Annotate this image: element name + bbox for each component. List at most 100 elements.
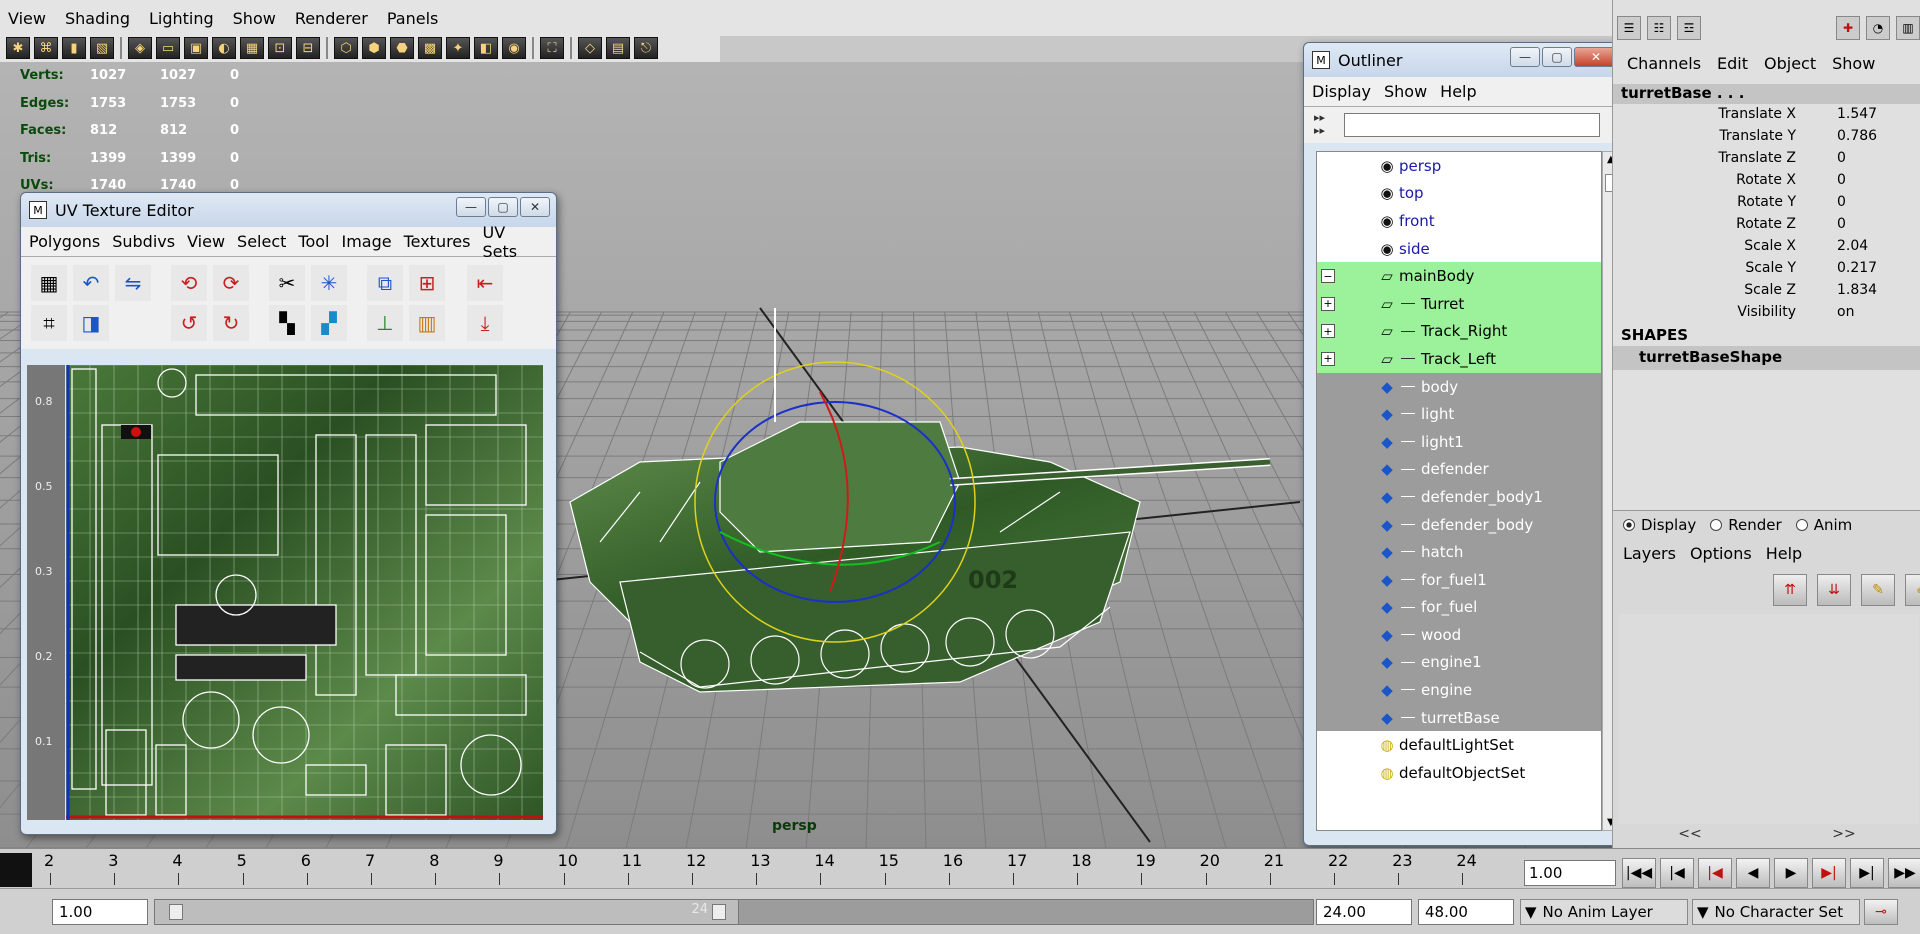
menu-view[interactable]: View	[8, 9, 46, 28]
channel-attr-row[interactable]: Visibility on	[1613, 304, 1920, 326]
rotate-cw-icon[interactable]: ⟳	[213, 265, 249, 301]
new-layer-selected-icon[interactable]: ✐	[1905, 574, 1920, 606]
step-back-key-icon[interactable]: |◀	[1698, 858, 1732, 888]
channel-attr-row[interactable]: Translate Z 0	[1613, 150, 1920, 172]
camera-icon[interactable]: ⌘	[34, 37, 58, 59]
channel-attr-value[interactable]: 0	[1837, 150, 1846, 166]
move-layer-up-icon[interactable]: ⇈	[1773, 574, 1807, 606]
outliner-item[interactable]: ◍ defaultObjectSet	[1317, 759, 1601, 787]
menu-shading[interactable]: Shading	[65, 9, 130, 28]
minimize-icon[interactable]: —	[456, 197, 486, 217]
outliner-item[interactable]: ◉ side	[1317, 235, 1601, 263]
uv-menu-tool[interactable]: Tool	[298, 232, 329, 251]
current-time-marker[interactable]	[0, 853, 32, 887]
uv-menu-polygons[interactable]: Polygons	[29, 232, 100, 251]
hud-toggle-icon[interactable]: ▤	[606, 37, 630, 59]
selected-object-name[interactable]: turretBase . . .	[1613, 84, 1920, 104]
channel-attr-value[interactable]: 2.04	[1837, 238, 1868, 254]
layer-list[interactable]	[1619, 614, 1919, 824]
uv-lattice-icon[interactable]: ⌗	[31, 305, 67, 341]
outliner-item[interactable]: ◆ for_fuel	[1317, 593, 1601, 622]
textured-icon[interactable]: ▩	[418, 37, 442, 59]
radio-button[interactable]	[1710, 519, 1723, 531]
current-frame-field[interactable]: 1.00	[1524, 860, 1616, 886]
collapse-left-button[interactable]: <<	[1678, 826, 1701, 848]
film-gate-icon[interactable]: ▭	[156, 37, 180, 59]
channel-box-menu-show[interactable]: Show	[1832, 54, 1875, 73]
filter-icon[interactable]: ▸▸ ▸▸	[1314, 111, 1344, 139]
step-forward-key-icon[interactable]: ▶|	[1812, 858, 1846, 888]
straighten-icon[interactable]: ⇤	[467, 265, 503, 301]
radio-button[interactable]	[1623, 519, 1635, 531]
layer-mode-anim[interactable]: Anim	[1795, 516, 1852, 534]
outliner-menu-show[interactable]: Show	[1384, 82, 1427, 101]
step-back-frame-icon[interactable]: |◀	[1660, 858, 1694, 888]
range-slider-handle[interactable]: 24	[155, 900, 739, 924]
xray-icon[interactable]: ◉	[502, 37, 526, 59]
uv-menu-subdivs[interactable]: Subdivs	[112, 232, 175, 251]
outliner-item[interactable]: − ▱ mainBody	[1317, 262, 1601, 290]
layer-menu-layers[interactable]: Layers	[1623, 544, 1676, 563]
outliner-item[interactable]: ◆ engine1	[1317, 648, 1601, 677]
move-sew-icon[interactable]: ⧉	[367, 265, 403, 301]
outliner-menu-display[interactable]: Display	[1312, 82, 1371, 101]
step-forward-frame-icon[interactable]: ▶|	[1850, 858, 1884, 888]
layer-menu-options[interactable]: Options	[1690, 544, 1752, 563]
shadows-icon[interactable]: ◧	[474, 37, 498, 59]
expand-icon[interactable]: +	[1321, 296, 1335, 311]
field-chart-icon[interactable]: ▦	[240, 37, 264, 59]
uv-menu-view[interactable]: View	[187, 232, 225, 251]
channel-box-menu-channels[interactable]: Channels	[1627, 54, 1701, 73]
channel-attr-value[interactable]: 1.547	[1837, 106, 1877, 122]
channel-attr-row[interactable]: Rotate X 0	[1613, 172, 1920, 194]
collapse-right-button[interactable]: >>	[1832, 826, 1855, 848]
sew-uv-icon[interactable]: ✳	[311, 265, 347, 301]
outliner-item[interactable]: ◆ wood	[1317, 621, 1601, 649]
playback-end-field[interactable]: 24.00	[1316, 899, 1412, 925]
safe-action-icon[interactable]: ⊡	[268, 37, 292, 59]
channel-attr-value[interactable]: 0	[1837, 172, 1846, 188]
uv-menu-uv-sets[interactable]: UV Sets	[482, 223, 544, 261]
rotate-view-icon[interactable]: ◔	[1866, 16, 1890, 40]
auto-key-icon[interactable]: ⊸	[1864, 899, 1898, 925]
go-to-end-icon[interactable]: ▶▶	[1888, 858, 1920, 888]
distribute-icon[interactable]: ⤓	[467, 305, 503, 341]
flip-v-icon[interactable]: ⇋	[115, 265, 151, 301]
outliner-item[interactable]: ◆ light	[1317, 400, 1601, 428]
anim-layer-dropdown[interactable]: ▼ No Anim Layer	[1520, 899, 1688, 925]
align-icon[interactable]: ⊥	[367, 305, 403, 341]
menu-renderer[interactable]: Renderer	[295, 9, 368, 28]
outliner-item[interactable]: ◉ top	[1317, 180, 1601, 208]
camera-attributes-icon[interactable]: ✱	[6, 37, 30, 59]
channel-attr-row[interactable]: Scale Z 1.834	[1613, 282, 1920, 304]
grid-toggle-icon[interactable]: ◈	[128, 37, 152, 59]
maximize-icon[interactable]: ▢	[1542, 47, 1572, 67]
menu-panels[interactable]: Panels	[387, 9, 439, 28]
smooth-shade-icon[interactable]: ⬢	[362, 37, 386, 59]
channel-attr-row[interactable]: Translate Y 0.786	[1613, 128, 1920, 150]
channel-attr-row[interactable]: Translate X 1.547	[1613, 106, 1920, 128]
channel-attr-row[interactable]: Scale X 2.04	[1613, 238, 1920, 260]
rotate-ccw-icon[interactable]: ⟲	[171, 265, 207, 301]
outliner-item[interactable]: + ▱ Track_Left	[1317, 345, 1601, 373]
channel-attr-row[interactable]: Rotate Z 0	[1613, 216, 1920, 238]
outliner-item[interactable]: ◉ persp	[1317, 152, 1601, 180]
outliner-item[interactable]: ◆ hatch	[1317, 538, 1601, 566]
safe-title-icon[interactable]: ⊟	[296, 37, 320, 59]
minimize-icon[interactable]: —	[1510, 47, 1540, 67]
expand-icon[interactable]: +	[1321, 324, 1335, 339]
channel-attr-value[interactable]: on	[1837, 304, 1854, 320]
outliner-item[interactable]: ◆ light1	[1317, 427, 1601, 456]
channel-attr-row[interactable]: Scale Y 0.217	[1613, 260, 1920, 282]
outliner-menu-help[interactable]: Help	[1440, 82, 1476, 101]
channel-attr-value[interactable]: 0	[1837, 216, 1846, 232]
new-layer-icon[interactable]: ✎	[1861, 574, 1895, 606]
range-start-handle[interactable]	[169, 904, 183, 920]
menu-lighting[interactable]: Lighting	[149, 9, 214, 28]
outliner-item[interactable]: ◆ engine	[1317, 676, 1601, 704]
rotate-left-icon[interactable]: ↺	[171, 305, 207, 341]
outliner-item[interactable]: ◉ front	[1317, 207, 1601, 235]
uv-menu-textures[interactable]: Textures	[404, 232, 471, 251]
layer-menu-help[interactable]: Help	[1766, 544, 1802, 563]
snapshot-icon[interactable]: ▥	[409, 305, 445, 341]
